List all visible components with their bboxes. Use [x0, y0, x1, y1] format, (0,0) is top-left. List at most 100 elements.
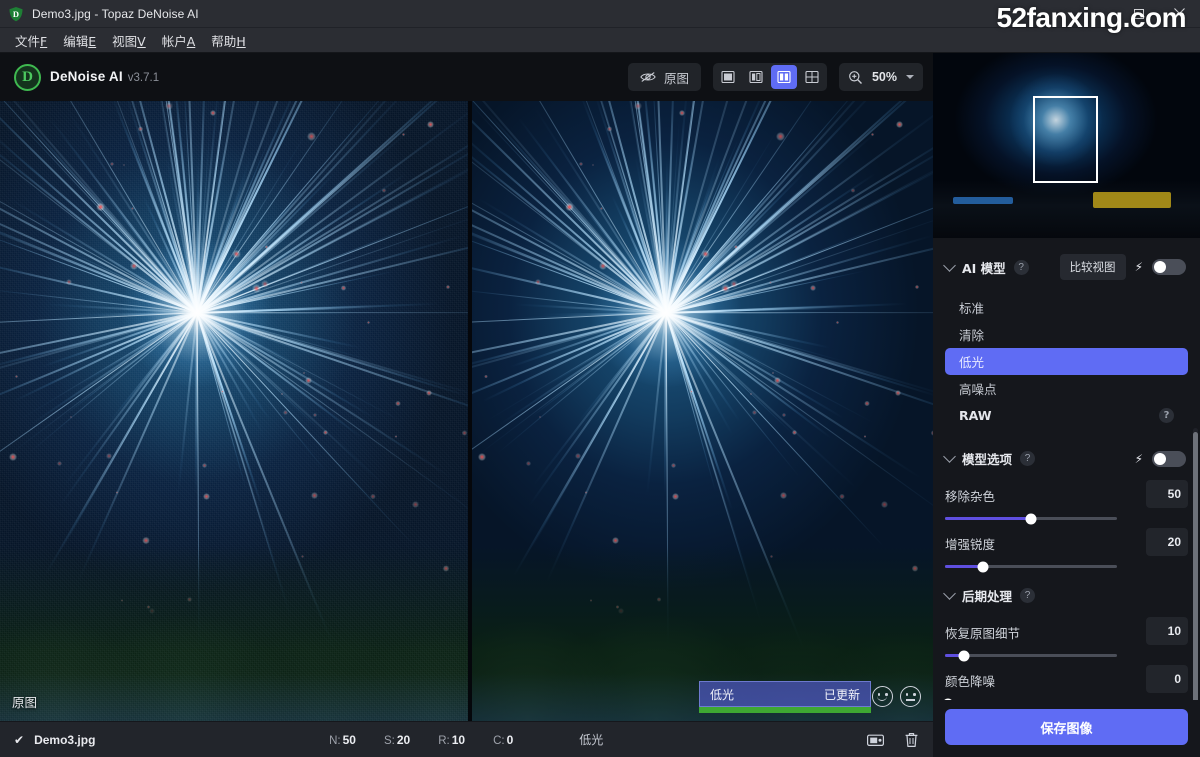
model-option-low-light[interactable]: 低光	[945, 348, 1188, 375]
model-options-auto-toggle[interactable]	[1152, 450, 1186, 467]
maximize-button[interactable]	[1118, 0, 1159, 28]
view-mode-single[interactable]	[715, 65, 741, 89]
navigator-foreground	[933, 180, 1200, 238]
slider-recover-detail-label: 恢复原图细节	[945, 626, 1021, 641]
panel-scrollbar[interactable]	[1193, 428, 1198, 700]
menu-edit-accel: E	[88, 33, 97, 49]
model-option-clear[interactable]: 清除	[945, 321, 1188, 348]
slider-enhance-sharpness-value[interactable]: 20	[1146, 528, 1188, 556]
menu-file-accel: F	[40, 33, 48, 49]
model-option-severe-noise[interactable]: 高噪点	[945, 375, 1188, 402]
menu-help-accel: H	[236, 33, 246, 49]
preview-status-text: 已更新	[823, 687, 860, 702]
navigator-store-sign	[1093, 192, 1171, 208]
slider-recover-detail-track[interactable]	[945, 650, 1117, 661]
view-mode-split[interactable]	[743, 65, 769, 89]
model-option-standard[interactable]: 标准	[945, 294, 1188, 321]
smiley-face-icon[interactable]	[872, 686, 893, 707]
status-actions	[837, 732, 919, 748]
preview-progress-bar	[699, 707, 871, 713]
section-post-process-header[interactable]: 后期处理 ?	[933, 570, 1200, 611]
section-model-options-title: 模型选项	[962, 452, 1013, 467]
workspace: D DeNoise AI v3.7.1 原图 50% 原图 低光 已更新 ✔ D…	[0, 53, 933, 757]
denoise-logo-icon: D	[14, 63, 41, 91]
menu-file-label: 文件	[15, 33, 41, 49]
model-option-clear-label: 清除	[959, 328, 985, 343]
help-icon[interactable]: ?	[1013, 259, 1029, 275]
stat-color-key: C:	[493, 734, 505, 747]
section-ai-model-title: AI 模型	[962, 260, 1006, 276]
square-icon	[721, 70, 735, 84]
navigator-car-lights	[953, 197, 1013, 204]
preview-status-badge: 低光 已更新	[699, 681, 871, 707]
window-title: Demo3.jpg - Topaz DeNoise AI	[32, 6, 199, 21]
ai-model-header-actions: 比较视图 ⚡	[1059, 254, 1186, 280]
zoom-control[interactable]: 50%	[838, 63, 923, 91]
slider-enhance-sharpness-label: 增强锐度	[945, 537, 996, 552]
slider-thumb[interactable]	[1025, 513, 1037, 524]
lightning-bolt-icon: ⚡	[1134, 451, 1143, 466]
section-ai-model-header[interactable]: AI 模型 ? 比较视图 ⚡	[933, 238, 1200, 286]
file-chip[interactable]: ✔ Demo3.jpg	[14, 733, 95, 747]
menu-view[interactable]: 视图V	[105, 28, 153, 53]
chevron-down-icon[interactable]	[943, 587, 956, 600]
help-icon[interactable]: ?	[1020, 451, 1036, 466]
app-body: D DeNoise AI v3.7.1 原图 50% 原图 低光 已更新 ✔ D…	[0, 53, 1200, 757]
ai-model-auto-toggle[interactable]	[1152, 259, 1186, 275]
mouth-smile	[877, 696, 887, 701]
image-compare-canvas[interactable]: 原图 低光 已更新	[0, 101, 933, 721]
help-icon[interactable]: ?	[1020, 588, 1036, 603]
model-option-raw[interactable]: RAW ?	[945, 402, 1188, 429]
section-model-options-header[interactable]: 模型选项 ? ⚡	[933, 433, 1200, 474]
slider-thumb[interactable]	[977, 561, 989, 572]
mouth-flat	[905, 699, 915, 701]
model-option-severe-noise-label: 高噪点	[959, 382, 997, 397]
ai-model-list: 标准 清除 低光 高噪点 RAW ?	[933, 286, 1200, 433]
chevron-down-icon[interactable]	[943, 258, 956, 272]
close-button[interactable]	[1159, 0, 1200, 28]
save-image-button[interactable]: 保存图像	[945, 709, 1188, 745]
close-icon	[1174, 8, 1185, 19]
compare-view-button[interactable]: 比较视图	[1059, 254, 1126, 280]
slider-enhance-sharpness: 增强锐度 20	[933, 522, 1200, 572]
slider-enhance-sharpness-track[interactable]	[945, 561, 1117, 572]
original-image-pane[interactable]: 原图	[0, 101, 468, 721]
original-watermark-label: 原图	[12, 695, 38, 710]
menu-file[interactable]: 文件F	[8, 28, 54, 53]
menu-help[interactable]: 帮助H	[204, 28, 252, 53]
camera-icon[interactable]	[867, 733, 884, 747]
neutral-face-icon[interactable]	[900, 686, 921, 707]
slider-color-noise-value[interactable]: 0	[1146, 665, 1188, 693]
slider-remove-noise-value[interactable]: 50	[1146, 480, 1188, 508]
checkmark-icon: ✔	[14, 732, 25, 747]
navigator-thumbnail[interactable]	[933, 53, 1200, 238]
menu-edit[interactable]: 编辑E	[56, 28, 103, 53]
navigator-viewport-rect[interactable]	[1033, 96, 1098, 183]
stat-color: C: 0	[493, 733, 513, 747]
menu-account[interactable]: 帐户A	[155, 28, 203, 53]
panel-scroll-area[interactable]: AI 模型 ? 比较视图 ⚡ 标准 清除 低光 高噪点 RAW ? 模型选项 ?…	[933, 238, 1200, 700]
slider-recover-detail: 恢复原图细节 10	[933, 611, 1200, 661]
slider-remove-noise-track[interactable]	[945, 513, 1117, 524]
menubar: 文件F 编辑E 视图V 帐户A 帮助H	[0, 28, 1200, 53]
chevron-down-icon[interactable]	[943, 450, 956, 463]
show-original-button[interactable]: 原图	[627, 63, 701, 91]
trash-icon[interactable]	[904, 732, 919, 748]
slider-thumb[interactable]	[958, 650, 970, 661]
view-mode-side-by-side[interactable]	[770, 65, 797, 89]
app-version: v3.7.1	[127, 72, 160, 84]
chevron-down-icon[interactable]	[906, 75, 914, 79]
slider-fill	[945, 517, 1031, 520]
panel-scrollbar-thumb[interactable]	[1193, 432, 1198, 700]
slider-remove-noise: 移除杂色 50	[933, 474, 1200, 524]
view-mode-grid[interactable]	[799, 65, 825, 89]
help-icon[interactable]: ?	[1159, 408, 1174, 423]
toggle-knob	[1154, 452, 1166, 465]
magnifier-plus-icon	[849, 70, 862, 84]
menu-edit-label: 编辑	[63, 33, 89, 49]
processed-image-pane[interactable]	[472, 101, 933, 721]
slider-recover-detail-value[interactable]: 10	[1146, 617, 1188, 645]
menu-view-accel: V	[137, 33, 146, 49]
eye-slash-icon	[640, 72, 656, 82]
minimize-button[interactable]	[1077, 0, 1118, 28]
